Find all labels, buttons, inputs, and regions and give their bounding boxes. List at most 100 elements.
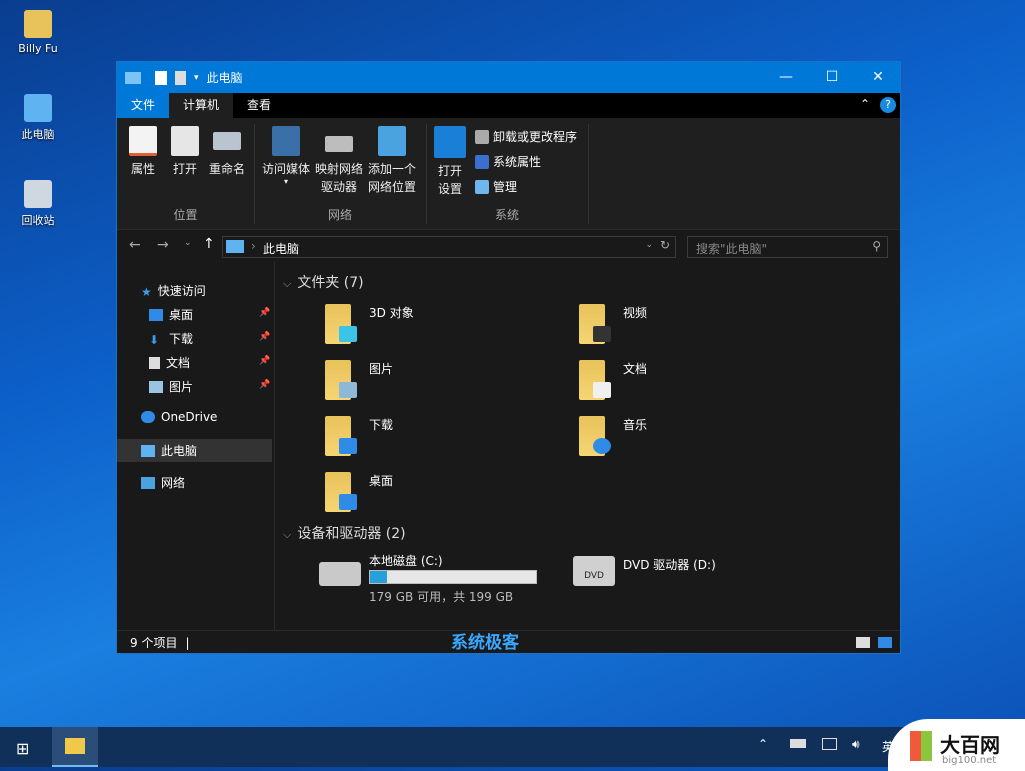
label: 网络 [161,476,186,490]
desktop-icon-user[interactable]: Billy Fu [8,10,68,55]
battery-icon[interactable] [790,739,806,748]
logo-name: 大百网 [940,733,1000,757]
desktop-icon-this-pc[interactable]: 此电脑 [8,94,68,142]
folder-desktop-icon [325,472,357,512]
label: 管理 [493,180,518,194]
properties-button[interactable]: 属性 [127,126,159,178]
address-row: ← → ⌄ ↑ › 此电脑 ⌄ ↻ 搜索"此电脑" ⚲ [117,232,900,262]
network-status-icon[interactable] [822,738,837,750]
pin-icon[interactable]: 📌 [259,380,270,390]
collapse-ribbon-icon[interactable]: ⌃ [860,97,870,111]
label: 访问媒体 [261,162,310,176]
label: 回收站 [21,214,55,227]
pin-icon[interactable]: 📌 [259,356,270,366]
add-network-location-button[interactable]: 添加一个 网络位置 [366,126,418,196]
new-folder-icon[interactable] [175,70,186,85]
window-title: 此电脑 [206,71,243,85]
customize-toolbar-icon[interactable]: ▾ [194,73,199,83]
volume-icon[interactable]: 🔊︎ [852,737,860,752]
network-drive-icon [325,136,353,152]
address-dropdown-icon[interactable]: ⌄ [645,240,653,250]
close-button[interactable]: ✕ [855,62,901,93]
folder-3d-icon [325,304,357,344]
label: 打开 [172,162,197,176]
label: 快速访问 [157,284,206,298]
nav-desktop[interactable]: 桌面 [149,306,193,323]
nav-this-pc[interactable]: 此电脑 [141,442,197,459]
details-view-icon[interactable] [856,637,870,648]
content-pane: ⌵ 文件夹 (7) 3D 对象 视频 图片 文档 下载 音乐 桌面 ⌵ 设备和驱动器… [274,262,901,630]
label: 文件夹 (7) [297,275,364,291]
system-properties-button[interactable]: 系统属性 [475,153,541,170]
windows-start-icon[interactable]: ⊞ [16,739,29,758]
label: 图片 [169,380,194,394]
properties-icon [129,126,157,156]
uninstall-program-button[interactable]: 卸载或更改程序 [475,128,577,145]
folder-desktop[interactable]: 桌面 [325,472,393,512]
folder-documents[interactable]: 文档 [579,360,647,400]
settings-gear-icon [434,126,466,158]
desktop-icon-recycle-bin[interactable]: 回收站 [8,180,68,228]
nav-downloads[interactable]: ⬇ 下载 [149,330,193,347]
status-separator: | [185,636,190,650]
nav-documents[interactable]: 文档 [149,354,190,371]
network-location-icon [378,126,406,156]
folder-videos[interactable]: 视频 [579,304,647,344]
folder-pictures-icon [325,360,357,400]
manage-button[interactable]: 管理 [475,178,517,195]
up-icon[interactable]: ↑ [203,236,215,252]
devices-section-header[interactable]: ⌵ 设备和驱动器 (2) [283,523,406,543]
pin-icon[interactable]: 📌 [259,332,270,342]
pictures-icon [149,380,163,393]
show-hidden-icons-icon[interactable]: ⌃ [758,737,768,751]
refresh-icon[interactable]: ↻ [660,238,670,252]
nav-network[interactable]: 网络 [141,474,185,491]
user-folder-icon [24,10,52,38]
label: 设备和驱动器 (2) [297,526,406,542]
breadcrumb-separator: › [251,239,256,253]
label: 3D 对象 [369,306,414,320]
nav-onedrive[interactable]: OneDrive [141,410,217,424]
nav-quick-access[interactable]: ★ 快速访问 [141,282,206,299]
desktop-icon [149,308,163,321]
search-icon[interactable]: ⚲ [872,239,881,253]
help-icon[interactable]: ? [880,97,896,113]
back-icon[interactable]: ← [129,237,141,253]
recent-locations-icon[interactable]: ⌄ [184,238,192,248]
open-settings-button[interactable]: 打开 设置 [432,126,468,198]
open-button[interactable]: 打开 [169,126,201,178]
star-icon: ★ [141,284,152,299]
group-label-location: 位置 [173,208,198,222]
tab-view[interactable]: 查看 [233,93,285,118]
folder-pictures[interactable]: 图片 [325,360,393,400]
nav-pictures[interactable]: 图片 [149,378,193,395]
tab-file[interactable]: 文件 [117,93,170,118]
group-label-network: 网络 [327,208,352,222]
breadcrumb-this-pc[interactable]: 此电脑 [263,240,299,257]
drive-d[interactable]: DVD DVD 驱动器 (D:) [573,552,773,592]
taskbar-file-explorer[interactable] [52,727,98,767]
item-count: 9 个项目 [130,636,178,650]
folder-music[interactable]: 音乐 [579,416,647,456]
folder-downloads[interactable]: 下载 [325,416,393,456]
maximize-button[interactable]: ☐ [809,62,855,93]
label: 音乐 [623,418,648,432]
minimize-button[interactable]: — [763,62,809,93]
pin-icon[interactable]: 📌 [259,308,270,318]
drive-usage-bar [369,570,537,584]
map-network-drive-button[interactable]: 映射网络 驱动器 [314,126,364,196]
address-bar[interactable]: › 此电脑 ⌄ ↻ [222,236,676,258]
folders-section-header[interactable]: ⌵ 文件夹 (7) [283,272,364,292]
status-bar: 9 个项目 | 系统极客 [117,630,900,654]
forward-icon[interactable]: → [157,237,169,253]
large-icons-view-icon[interactable] [878,637,892,648]
label: 重命名 [208,162,245,176]
folder-3d-objects[interactable]: 3D 对象 [325,304,414,344]
navigation-pane: ★ 快速访问 桌面 ⬇ 下载 文档 图片 📌 📌 📌 📌 OneDrive 此电脑 … [117,262,274,630]
search-box[interactable]: 搜索"此电脑" ⚲ [687,236,888,258]
rename-button[interactable]: 重命名 [207,126,247,178]
properties-icon[interactable] [155,70,167,85]
access-media-button[interactable]: 访问媒体 ▾ [260,126,312,186]
drive-c[interactable]: 本地磁盘 (C:) 179 GB 可用，共 199 GB [319,552,549,604]
tab-computer[interactable]: 计算机 [169,93,234,118]
